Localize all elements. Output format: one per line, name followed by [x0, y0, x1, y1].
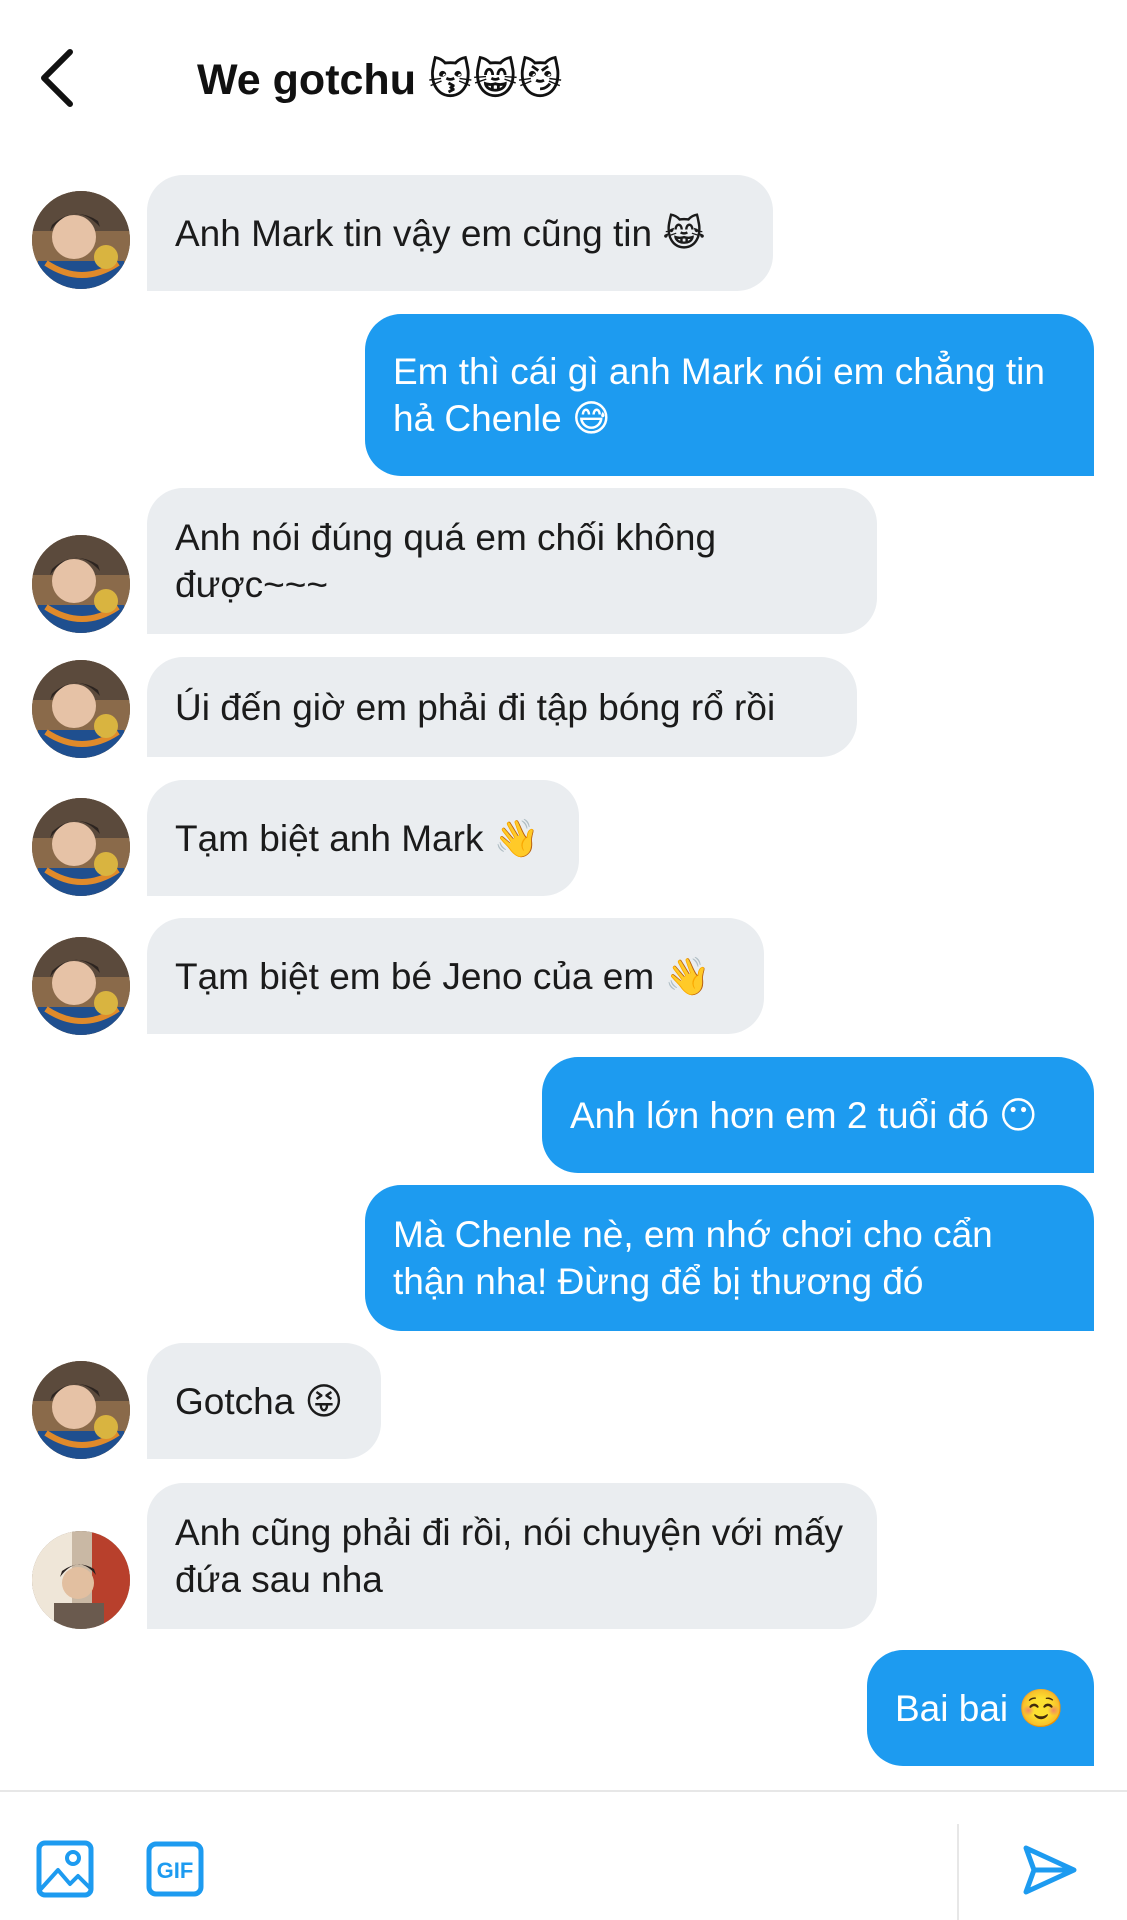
- message-bubble-received[interactable]: Anh cũng phải đi rồi, nói chuyện với mấy…: [147, 1483, 877, 1629]
- message-bubble-sent[interactable]: Anh lớn hơn em 2 tuổi đó 😶: [542, 1057, 1094, 1173]
- gif-button[interactable]: GIF: [146, 1841, 204, 1897]
- avatar[interactable]: [32, 1531, 130, 1629]
- avatar[interactable]: [32, 798, 130, 896]
- message-bubble-received[interactable]: Anh Mark tin vậy em cũng tin 😹: [147, 175, 773, 291]
- back-button[interactable]: [36, 46, 84, 110]
- message-bubble-sent[interactable]: Mà Chenle nè, em nhớ chơi cho cẩn thận n…: [365, 1185, 1094, 1331]
- avatar[interactable]: [32, 191, 130, 289]
- chevron-left-icon: [41, 49, 73, 107]
- avatar[interactable]: [32, 535, 130, 633]
- message-bubble-sent[interactable]: Bai bai ☺️: [867, 1650, 1094, 1766]
- gif-label: GIF: [157, 1858, 194, 1883]
- toolbar-divider: [957, 1824, 959, 1920]
- avatar[interactable]: [32, 937, 130, 1035]
- image-icon: [36, 1840, 94, 1898]
- conversation-title[interactable]: We gotchu 😽😸😼: [197, 50, 562, 110]
- avatar[interactable]: [32, 1361, 130, 1459]
- message-bubble-received[interactable]: Tạm biệt anh Mark 👋: [147, 780, 579, 896]
- message-bubble-sent[interactable]: Em thì cái gì anh Mark nói em chẳng tin …: [365, 314, 1094, 476]
- message-bubble-received[interactable]: Anh nói đúng quá em chối không được~~~: [147, 488, 877, 634]
- conversation-header: We gotchu 😽😸😼: [0, 0, 1127, 170]
- message-bubble-received[interactable]: Úi đến giờ em phải đi tập bóng rổ rồi: [147, 657, 857, 757]
- send-icon: [1023, 1845, 1077, 1895]
- message-bubble-received[interactable]: Gotcha 😝: [147, 1343, 381, 1459]
- message-bubble-received[interactable]: Tạm biệt em bé Jeno của em 👋: [147, 918, 764, 1034]
- add-media-button[interactable]: [36, 1840, 94, 1898]
- composer-divider: [0, 1790, 1127, 1792]
- avatar[interactable]: [32, 660, 130, 758]
- send-button[interactable]: [1022, 1842, 1078, 1898]
